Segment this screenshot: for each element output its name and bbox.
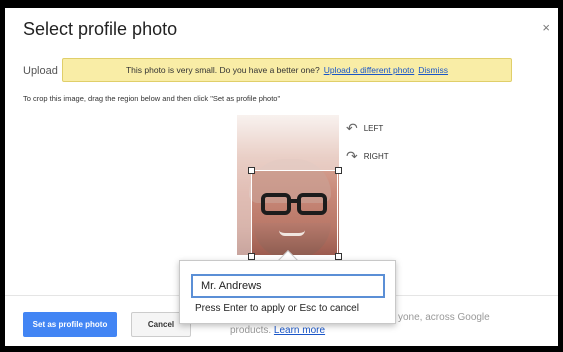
banner-message: This photo is very small. Do you have a … xyxy=(125,65,320,75)
rotate-right-icon: ↷ xyxy=(346,148,358,164)
dismiss-link[interactable]: Dismiss xyxy=(418,65,448,75)
select-profile-photo-dialog: Select profile photo × Upload This photo… xyxy=(5,8,558,346)
crop-handle-bottom-right[interactable] xyxy=(335,253,342,260)
crop-handle-top-right[interactable] xyxy=(335,167,342,174)
visibility-note: yone, across Google xyxy=(398,312,490,323)
footer-note: products. Learn more xyxy=(230,325,325,336)
crop-region[interactable] xyxy=(251,170,338,256)
learn-more-link[interactable]: Learn more xyxy=(274,325,325,336)
rotate-right-button[interactable]: ↷ RIGHT xyxy=(346,149,389,163)
small-photo-warning-banner: This photo is very small. Do you have a … xyxy=(62,58,512,82)
crop-handle-top-left[interactable] xyxy=(248,167,255,174)
products-text: products. xyxy=(230,325,272,336)
rotate-left-icon: ↶ xyxy=(346,120,358,136)
upload-different-photo-link[interactable]: Upload a different photo xyxy=(324,65,415,75)
caption-popup: Press Enter to apply or Esc to cancel xyxy=(179,260,396,324)
screenshot-frame: Select profile photo × Upload This photo… xyxy=(0,0,563,352)
crop-instructions: To crop this image, drag the region belo… xyxy=(23,94,281,103)
set-as-profile-photo-button[interactable]: Set as profile photo xyxy=(23,312,117,337)
caption-input[interactable] xyxy=(191,274,385,298)
caption-hint: Press Enter to apply or Esc to cancel xyxy=(195,303,359,314)
close-icon[interactable]: × xyxy=(542,20,550,35)
tab-upload[interactable]: Upload xyxy=(23,65,58,77)
rotate-left-button[interactable]: ↶ LEFT xyxy=(346,121,383,135)
crop-handle-bottom-left[interactable] xyxy=(248,253,255,260)
rotate-left-label: LEFT xyxy=(363,123,384,133)
rotate-right-label: RIGHT xyxy=(363,151,389,161)
dialog-title: Select profile photo xyxy=(23,19,178,39)
